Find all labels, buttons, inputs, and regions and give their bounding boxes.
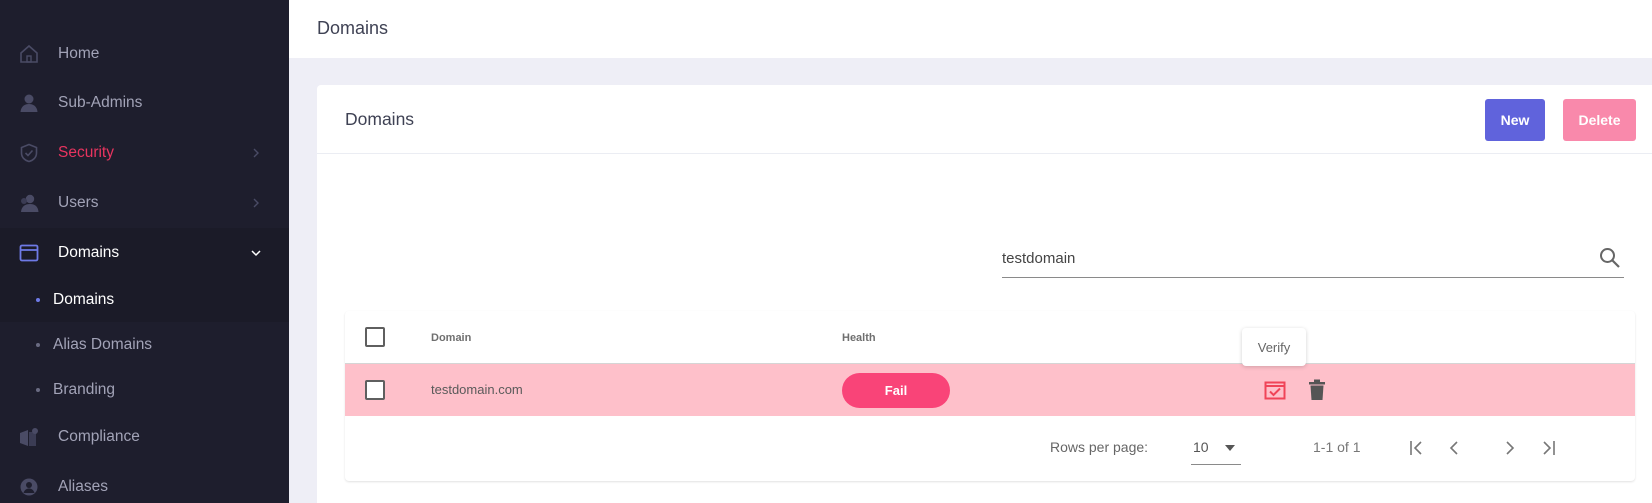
page-title: Domains xyxy=(317,18,389,38)
next-page-button[interactable] xyxy=(1498,436,1522,460)
caret-down-icon xyxy=(1225,445,1235,451)
sidebar-item-label: Home xyxy=(58,44,100,62)
domains-card: Domains New Delete Domain Health testdom… xyxy=(317,85,1652,503)
rows-per-page-label: Rows per page: xyxy=(1050,439,1149,455)
sidebar-item-users[interactable]: Users xyxy=(0,178,289,227)
last-page-button[interactable] xyxy=(1536,436,1560,460)
table-row[interactable]: testdomain.com Fail xyxy=(345,364,1635,416)
delete-button[interactable]: Delete xyxy=(1563,99,1636,141)
previous-page-button[interactable] xyxy=(1442,436,1466,460)
trash-icon xyxy=(1309,379,1325,400)
sidebar-item-domains[interactable]: Domains xyxy=(0,228,289,277)
verify-button[interactable] xyxy=(1263,378,1287,402)
sidebar-subitem-label: Domains xyxy=(53,290,115,308)
first-page-icon xyxy=(1410,441,1422,455)
sidebar-subitem-label: Branding xyxy=(53,380,116,398)
domains-table: Domain Health testdomain.com Fail Verify… xyxy=(345,311,1635,481)
first-page-button[interactable] xyxy=(1405,436,1429,460)
sidebar-item-label: Sub-Admins xyxy=(58,93,143,111)
search-field xyxy=(1002,240,1624,278)
sidebar-subitem-alias-domains[interactable]: Alias Domains xyxy=(0,322,289,367)
column-header-health[interactable]: Health xyxy=(842,332,876,344)
card-title: Domains xyxy=(345,109,415,129)
table-header: Domain Health xyxy=(345,311,1635,364)
compliance-icon xyxy=(18,426,40,448)
new-button[interactable]: New xyxy=(1485,99,1545,141)
row-checkbox[interactable] xyxy=(365,380,385,400)
sidebar-item-label: Aliases xyxy=(58,477,108,495)
bullet-dot xyxy=(36,342,40,347)
shield-icon xyxy=(18,142,40,164)
chevron-right-icon xyxy=(250,147,262,159)
user-icon xyxy=(18,92,40,114)
search-icon[interactable] xyxy=(1598,246,1622,270)
sidebar: Home Sub-Admins Security Users Domains D… xyxy=(0,0,289,503)
chevron-left-icon xyxy=(1449,441,1458,455)
sidebar-item-label: Security xyxy=(58,143,114,161)
verify-tooltip: Verify xyxy=(1242,328,1306,366)
card-header: Domains New Delete xyxy=(317,85,1652,154)
verify-icon xyxy=(1264,381,1286,400)
aliases-icon xyxy=(18,476,40,498)
rows-per-page-value: 10 xyxy=(1193,439,1209,455)
browser-window-icon xyxy=(18,242,40,264)
sidebar-item-security[interactable]: Security xyxy=(0,128,289,177)
sidebar-item-compliance[interactable]: Compliance xyxy=(0,412,289,461)
chevron-down-icon xyxy=(250,247,262,259)
chevron-right-icon xyxy=(1506,441,1515,455)
sidebar-subitem-branding[interactable]: Branding xyxy=(0,367,289,412)
users-icon xyxy=(18,192,40,214)
bullet-dot xyxy=(36,387,40,392)
sidebar-item-aliases[interactable]: Aliases xyxy=(0,462,289,503)
last-page-icon xyxy=(1543,441,1555,455)
domain-cell: testdomain.com xyxy=(431,382,523,397)
chevron-right-icon xyxy=(250,197,262,209)
bullet-dot xyxy=(36,297,40,302)
delete-row-button[interactable] xyxy=(1305,378,1329,402)
sidebar-item-label: Users xyxy=(58,193,99,211)
search-input[interactable] xyxy=(1002,246,1582,270)
column-header-domain[interactable]: Domain xyxy=(431,332,471,344)
select-all-checkbox[interactable] xyxy=(365,327,385,347)
sidebar-item-label: Compliance xyxy=(58,427,140,445)
sidebar-item-sub-admins[interactable]: Sub-Admins xyxy=(0,78,289,127)
sidebar-subitem-domains[interactable]: Domains xyxy=(0,277,289,322)
sidebar-item-label: Domains xyxy=(58,243,120,261)
page-range: 1-1 of 1 xyxy=(1313,439,1361,455)
sidebar-item-home[interactable]: Home xyxy=(0,29,289,78)
health-status-badge: Fail xyxy=(842,373,950,408)
home-icon xyxy=(18,43,40,65)
rows-per-page-select[interactable]: 10 xyxy=(1191,430,1241,465)
sidebar-subitem-label: Alias Domains xyxy=(53,335,153,353)
pagination: Rows per page: 10 1-1 of 1 xyxy=(345,416,1635,481)
top-header: Domains xyxy=(289,0,1652,58)
